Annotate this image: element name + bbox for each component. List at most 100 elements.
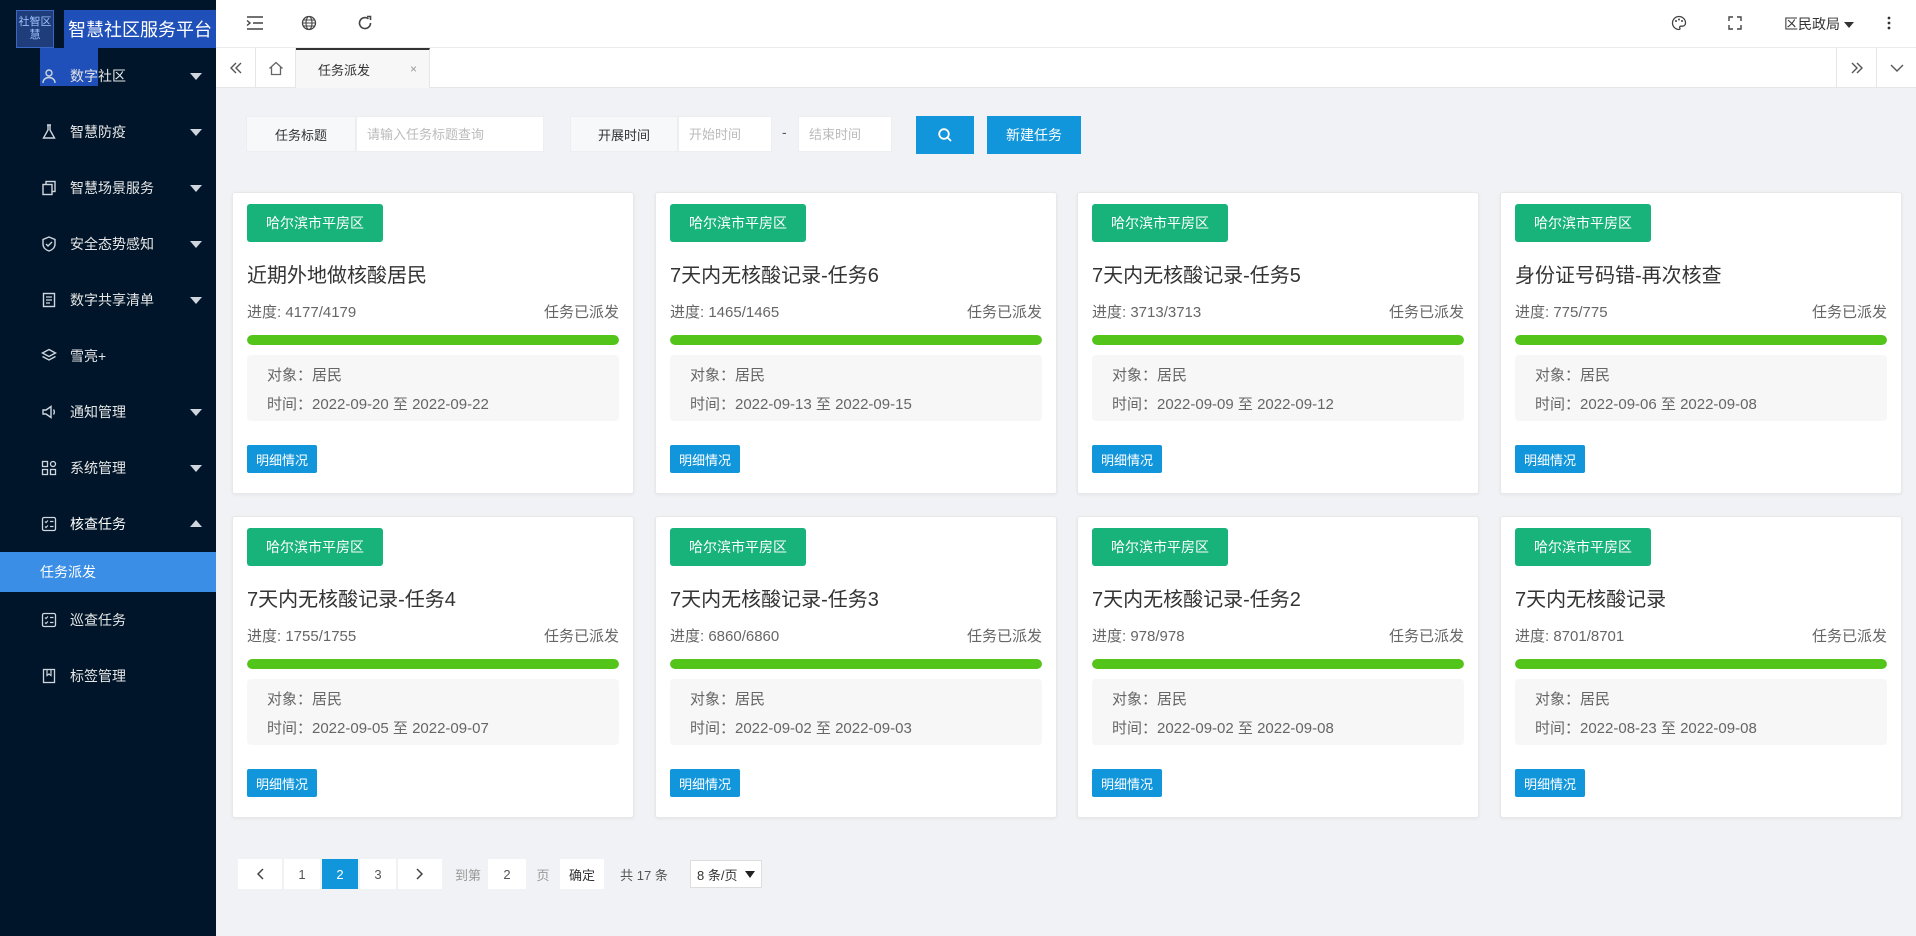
end-time-input[interactable] — [798, 116, 892, 152]
page-unit-label: 页 — [536, 867, 550, 883]
district-tag: 哈尔滨市平房区 — [1515, 528, 1651, 566]
task-status: 任务已派发 — [966, 304, 1042, 321]
progress-bar — [1092, 659, 1464, 669]
progress-bar — [670, 659, 1042, 669]
task-info-box: 对象：居民 时间：2022-09-20 至 2022-09-22 — [247, 355, 619, 421]
task-info-box: 对象：居民 时间：2022-09-13 至 2022-09-15 — [670, 355, 1042, 421]
sidebar-item-epidemic[interactable]: 智慧防疫 — [0, 104, 216, 160]
page-2[interactable]: 2 — [322, 859, 358, 889]
detail-button[interactable]: 明细情况 — [670, 769, 740, 797]
total-count: 共 17 条 — [620, 867, 668, 883]
sidebar-item-label: 系统管理 — [70, 460, 126, 476]
prev-page-button[interactable] — [238, 859, 282, 889]
chevron-down-icon — [190, 241, 202, 248]
chevron-left-icon — [256, 868, 264, 880]
user-name: 区民政局 — [1784, 16, 1840, 32]
chevron-down-icon — [190, 465, 202, 472]
sidebar-item-system[interactable]: 系统管理 — [0, 440, 216, 496]
next-page-button[interactable] — [398, 859, 442, 889]
sidebar-item-xueliang[interactable]: 雪亮+ — [0, 328, 216, 384]
detail-button[interactable]: 明细情况 — [1092, 769, 1162, 797]
sidebar-item-label: 雪亮+ — [70, 348, 107, 364]
home-tab[interactable] — [256, 48, 296, 88]
detail-button[interactable]: 明细情况 — [1092, 445, 1162, 473]
sidebar-item-label: 标签管理 — [70, 668, 126, 684]
app-title: 智慧社区服务平台 — [64, 10, 216, 48]
sidebar-item-scene-service[interactable]: 智慧场景服务 — [0, 160, 216, 216]
task-progress-text: 进度: 4177/4179 — [247, 304, 357, 321]
sidebar-item-label: 智慧防疫 — [70, 124, 126, 140]
sidebar-item-patrol-task[interactable]: 巡查任务 — [0, 592, 216, 648]
detail-button[interactable]: 明细情况 — [247, 445, 317, 473]
detail-button[interactable]: 明细情况 — [670, 445, 740, 473]
new-task-button[interactable]: 新建任务 — [987, 116, 1081, 154]
task-title: 身份证号码错-再次核查 — [1515, 265, 1722, 287]
tabs-bar: 任务派发 × — [216, 48, 1916, 88]
chevron-right-icon — [416, 868, 424, 880]
tab-task-dispatch[interactable]: 任务派发 × — [296, 48, 430, 88]
district-tag: 哈尔滨市平房区 — [1092, 204, 1228, 242]
detail-button[interactable]: 明细情况 — [247, 769, 317, 797]
task-title-input[interactable] — [356, 116, 544, 152]
globe-icon[interactable] — [298, 12, 320, 34]
task-time: 时间：2022-09-02 至 2022-09-08 — [1112, 720, 1334, 737]
task-time: 时间：2022-09-09 至 2022-09-12 — [1112, 396, 1334, 413]
scroll-left-button[interactable] — [216, 48, 256, 88]
close-icon[interactable]: × — [410, 62, 417, 76]
sidebar-item-security[interactable]: 安全态势感知 — [0, 216, 216, 272]
tabs-menu-button[interactable] — [1876, 48, 1916, 88]
sidebar-item-notice[interactable]: 通知管理 — [0, 384, 216, 440]
task-time: 时间：2022-09-02 至 2022-09-03 — [690, 720, 912, 737]
logo-char: 慧 — [29, 29, 41, 41]
task-target: 对象：居民 — [267, 367, 343, 384]
refresh-icon[interactable] — [354, 12, 376, 34]
task-status: 任务已派发 — [1811, 304, 1887, 321]
task-time: 时间：2022-09-05 至 2022-09-07 — [267, 720, 489, 737]
task-time: 时间：2022-08-23 至 2022-09-08 — [1535, 720, 1757, 737]
task-target: 对象：居民 — [1535, 691, 1611, 708]
top-header: 区民政局 — [216, 0, 1916, 48]
caret-down-icon — [745, 871, 755, 878]
chevron-down-icon — [190, 129, 202, 136]
sidebar-item-tag-manage[interactable]: 标签管理 — [0, 648, 216, 704]
task-progress-text: 进度: 1465/1465 — [670, 304, 780, 321]
page-3[interactable]: 3 — [360, 859, 396, 889]
district-tag: 哈尔滨市平房区 — [1092, 528, 1228, 566]
scroll-right-button[interactable] — [1836, 48, 1876, 88]
progress-bar-fill — [1515, 659, 1887, 669]
sidebar-subitem-task-dispatch[interactable]: 任务派发 — [0, 552, 216, 592]
more-vertical-icon[interactable] — [1878, 12, 1900, 34]
fullscreen-icon[interactable] — [1724, 12, 1746, 34]
task-target: 对象：居民 — [690, 691, 766, 708]
sidebar-item-verify-task[interactable]: 核查任务 — [0, 496, 216, 552]
home-icon — [268, 61, 283, 75]
task-card: 哈尔滨市平房区 7天内无核酸记录-任务2 进度: 978/978 任务已派发 对… — [1077, 516, 1479, 818]
sidebar-item-shared-list[interactable]: 数字共享清单 — [0, 272, 216, 328]
sidebar-item-digital-community[interactable]: 数字社区 — [0, 48, 216, 104]
page-size-select[interactable]: 8 条/页 — [690, 860, 762, 888]
detail-button[interactable]: 明细情况 — [1515, 445, 1585, 473]
search-button[interactable] — [916, 116, 974, 154]
goto-page-input[interactable]: 2 — [488, 859, 526, 889]
task-target: 对象：居民 — [1112, 691, 1188, 708]
detail-button[interactable]: 明细情况 — [1515, 769, 1585, 797]
sidebar-item-label: 智慧场景服务 — [70, 180, 154, 196]
task-card: 哈尔滨市平房区 7天内无核酸记录-任务5 进度: 3713/3713 任务已派发… — [1077, 192, 1479, 494]
chevron-up-icon — [190, 520, 202, 527]
start-time-input[interactable] — [678, 116, 772, 152]
sidebar-item-label: 数字社区 — [70, 68, 126, 84]
page-1[interactable]: 1 — [284, 859, 320, 889]
logo: 社 智 区 慧 — [16, 10, 54, 48]
user-dropdown[interactable]: 区民政局 — [1784, 14, 1854, 34]
task-progress-text: 进度: 8701/8701 — [1515, 628, 1625, 645]
task-info-box: 对象：居民 时间：2022-09-05 至 2022-09-07 — [247, 679, 619, 745]
task-info-box: 对象：居民 时间：2022-09-06 至 2022-09-08 — [1515, 355, 1887, 421]
palette-icon[interactable] — [1668, 12, 1690, 34]
task-title: 7天内无核酸记录-任务2 — [1092, 589, 1301, 611]
goto-confirm-button[interactable]: 确定 — [560, 859, 604, 889]
caret-down-icon — [1844, 22, 1854, 29]
list-icon — [40, 291, 58, 309]
menu-fold-icon[interactable] — [244, 12, 266, 34]
sidebar-item-label: 核查任务 — [70, 516, 126, 532]
task-status: 任务已派发 — [1811, 628, 1887, 645]
